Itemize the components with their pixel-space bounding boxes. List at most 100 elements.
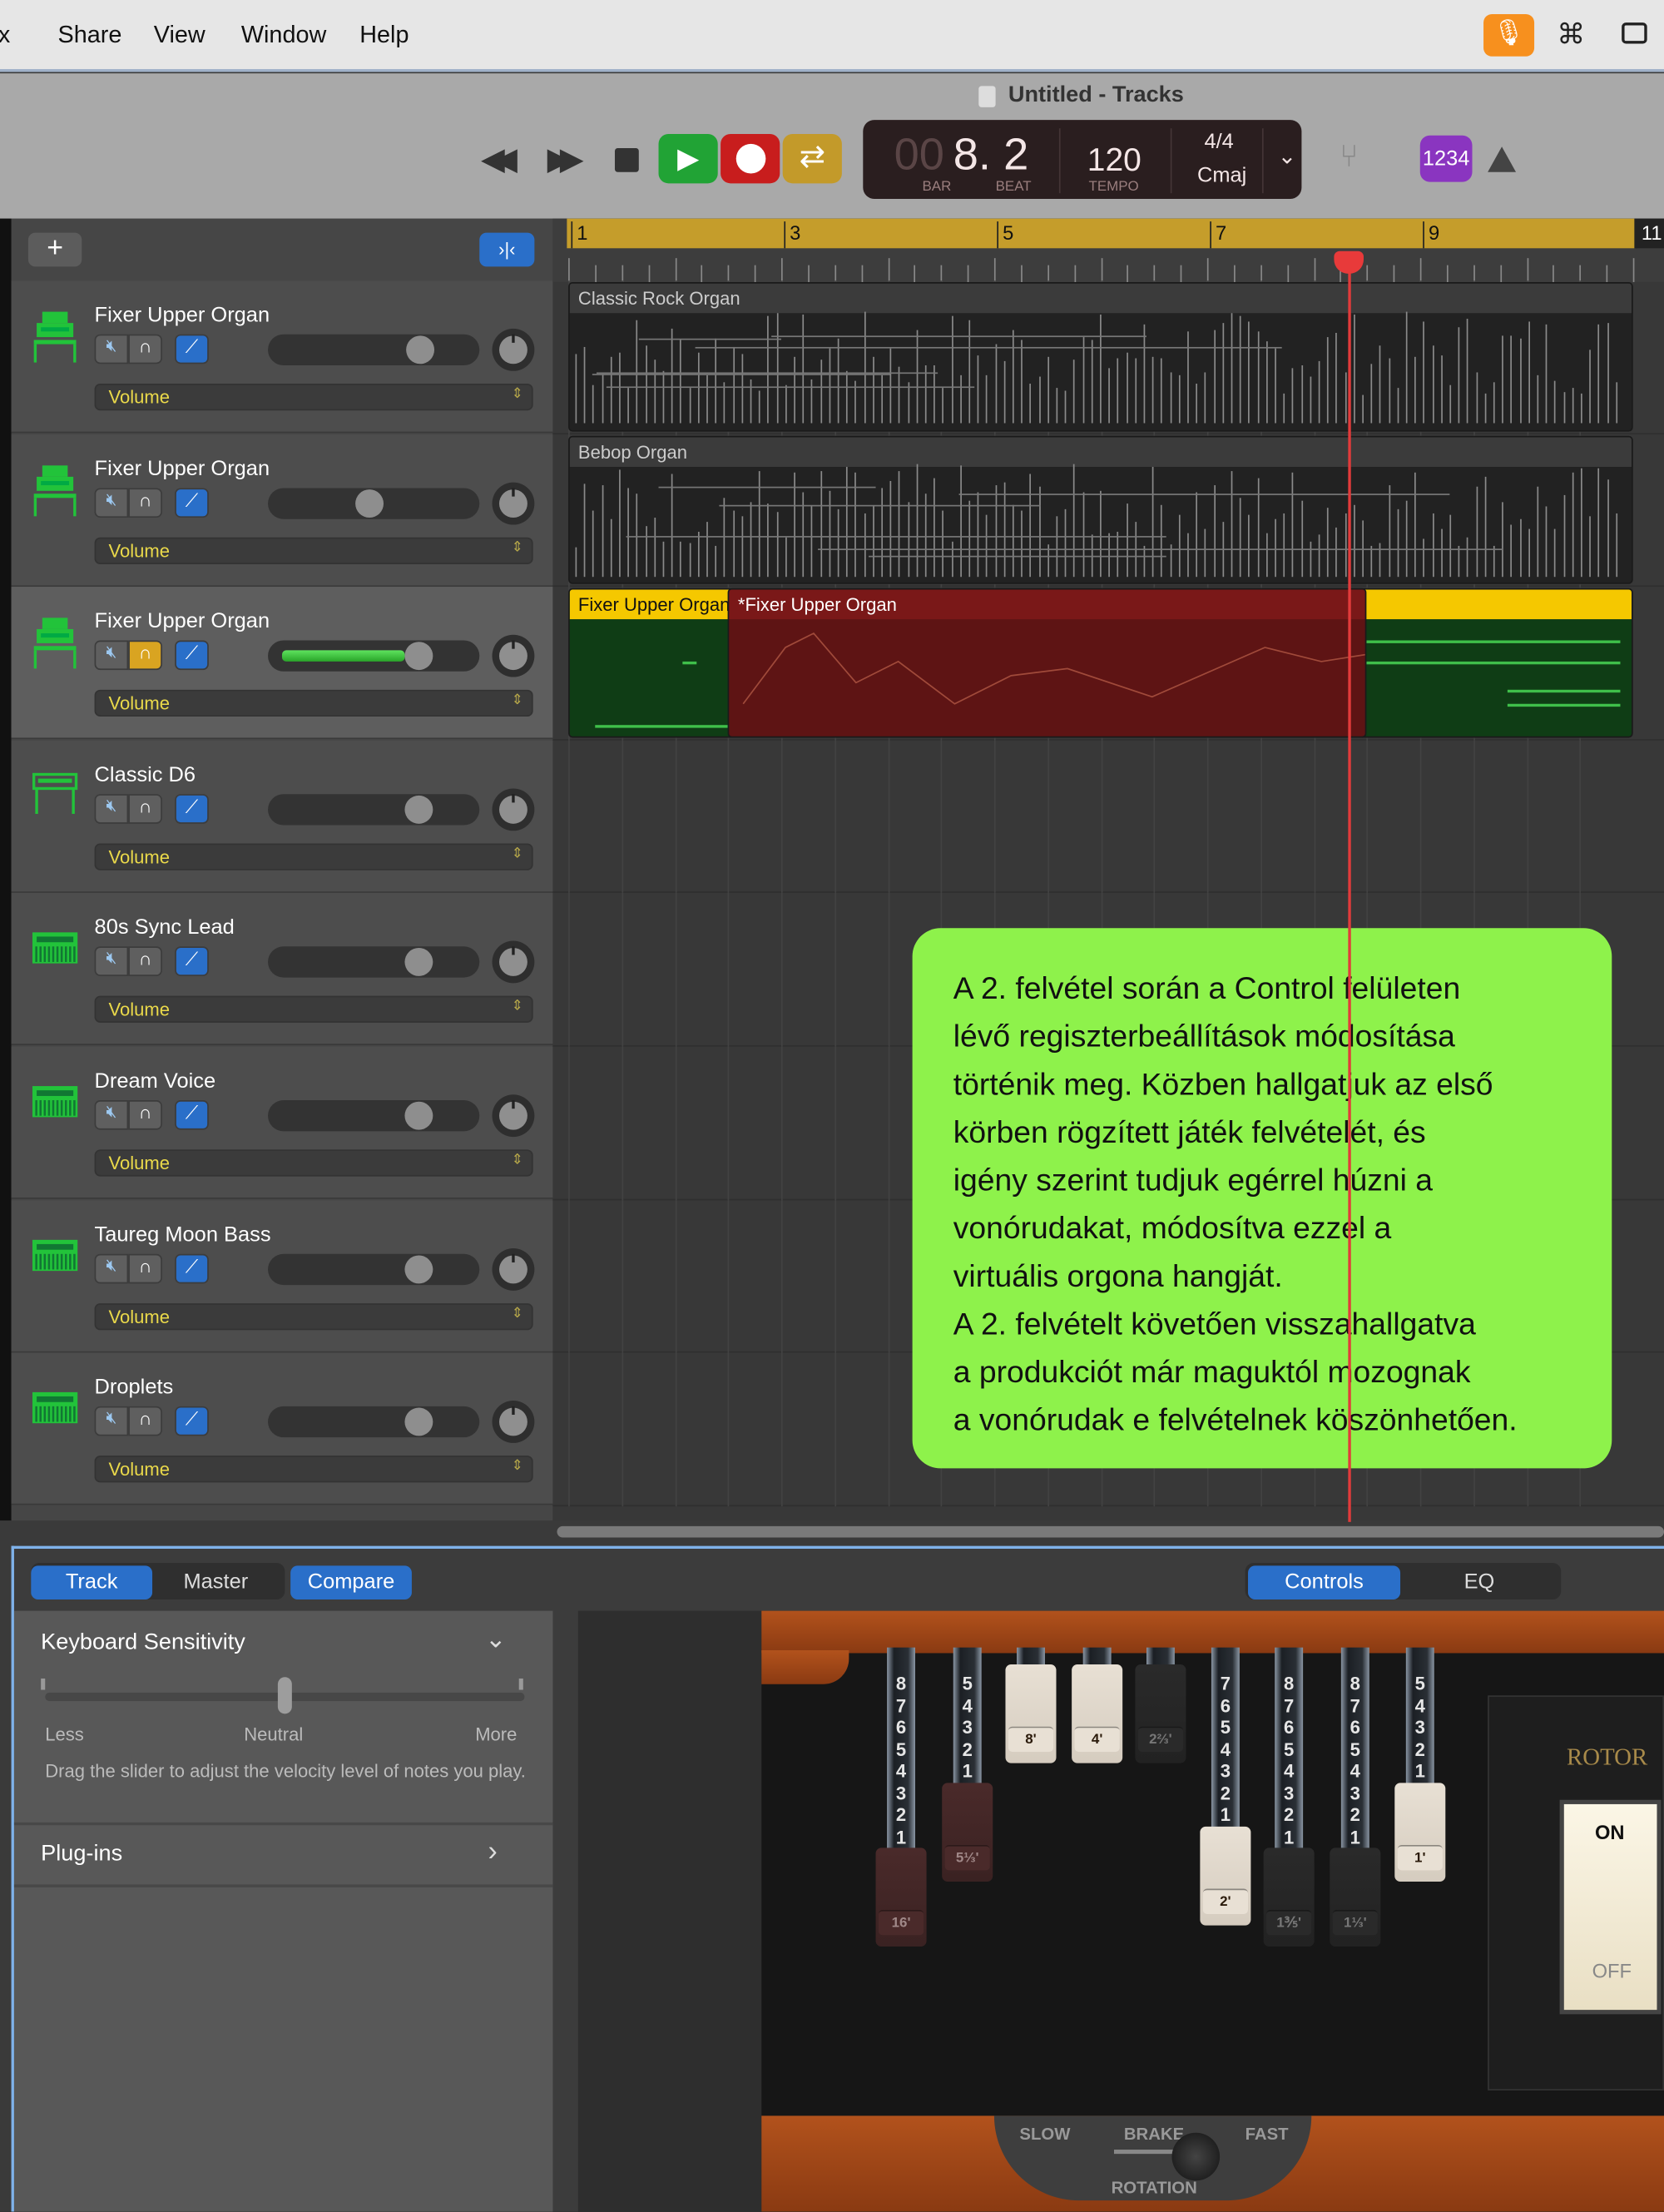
automation-button[interactable]: ⟋ <box>175 793 209 824</box>
horizontal-scrollbar[interactable] <box>557 1525 1664 1538</box>
automation-button[interactable]: ⟋ <box>175 946 209 977</box>
track-header[interactable]: Taureg Moon Bass 🔇︎ ∩ ⟋ Volume ⇕ <box>11 1199 553 1352</box>
track-name[interactable]: Taureg Moon Bass <box>95 1223 271 1247</box>
ruler[interactable]: 1 3 5 7 9 11 <box>552 218 1664 282</box>
region[interactable]: Classic Rock Organ <box>568 281 1633 431</box>
volume-fader[interactable] <box>268 487 480 519</box>
automation-parameter-select[interactable]: Volume ⇕ <box>94 690 533 717</box>
solo-headphones-button[interactable]: ∩ <box>128 946 162 977</box>
automation-parameter-select[interactable]: Volume ⇕ <box>94 537 533 564</box>
volume-fader[interactable] <box>268 334 480 365</box>
mute-button[interactable]: 🔇︎ <box>94 946 129 977</box>
track-header[interactable]: Fixer Upper Organ 🔇︎ ∩ ⟋ Volume ⇕ <box>11 587 553 740</box>
track-header[interactable]: Dream Voice 🔇︎ ∩ ⟋ Volume ⇕ <box>11 1046 553 1199</box>
drawbar-5[interactable]: 2' <box>1200 1826 1251 1925</box>
metronome-icon[interactable] <box>1488 146 1517 172</box>
automation-parameter-select[interactable]: Volume ⇕ <box>94 1456 533 1483</box>
playhead[interactable] <box>1348 252 1350 1522</box>
track-name[interactable]: Dream Voice <box>95 1069 216 1094</box>
plugins-row[interactable]: Plug-ins › <box>14 1825 552 1884</box>
automation-button[interactable]: ⟋ <box>175 334 209 365</box>
volume-fader[interactable] <box>268 946 480 979</box>
region[interactable]: *Fixer Upper Organ <box>728 588 1367 738</box>
mute-button[interactable]: 🔇︎ <box>94 1100 129 1130</box>
drawbar-0[interactable]: 16' <box>875 1847 927 1947</box>
windows-icon[interactable] <box>1622 22 1647 44</box>
pan-knob[interactable] <box>492 1247 535 1291</box>
mute-button[interactable]: 🔇︎ <box>94 640 129 671</box>
drawbar-6[interactable]: 1⅗' <box>1263 1847 1315 1947</box>
track-name[interactable]: Fixer Upper Organ <box>95 610 270 634</box>
tab-track[interactable]: Track <box>31 1565 153 1600</box>
automation-button[interactable]: ⟋ <box>175 487 209 518</box>
menu-item[interactable]: Share <box>57 21 121 49</box>
track-header[interactable]: Fixer Upper Organ 🔇︎ ∩ ⟋ Volume ⇕ <box>11 280 553 434</box>
lcd-display[interactable]: 00 8. 2 BAR BEAT 120 TEMPO 4/4 Cmaj ⌄ <box>863 120 1302 199</box>
microphone-button[interactable]: 🎙 <box>1483 13 1535 57</box>
volume-fader[interactable] <box>268 793 480 826</box>
compare-button[interactable]: Compare <box>290 1565 412 1600</box>
automation-button[interactable]: ⟋ <box>175 1100 209 1130</box>
solo-headphones-button[interactable]: ∩ <box>128 1100 162 1130</box>
fader-knob[interactable] <box>404 795 433 824</box>
solo-headphones-button[interactable]: ∩ <box>128 487 162 518</box>
drawbar-1[interactable]: 5⅓' <box>942 1782 993 1882</box>
mute-button[interactable]: 🔇︎ <box>94 334 129 365</box>
menu-item[interactable]: Window <box>241 21 326 49</box>
drawbar-7[interactable]: 1⅓' <box>1330 1847 1381 1947</box>
track-header[interactable]: Fixer Upper Organ 🔇︎ ∩ ⟋ Volume ⇕ <box>11 434 553 587</box>
automation-parameter-select[interactable]: Volume ⇕ <box>94 1149 533 1177</box>
track-header[interactable]: Droplets 🔇︎ ∩ ⟋ Volume ⇕ <box>11 1352 553 1505</box>
track-name[interactable]: 80s Sync Lead <box>95 916 235 940</box>
drawbar-8[interactable]: 1' <box>1394 1782 1446 1882</box>
rewind-button[interactable]: ◀◀ <box>481 141 518 177</box>
tuner-icon[interactable]: ⑂ <box>1340 138 1358 175</box>
mute-button[interactable]: 🔇︎ <box>94 793 129 824</box>
fast-forward-button[interactable]: ▶▶ <box>547 141 584 177</box>
lcd-chevron-down-icon[interactable]: ⌄ <box>1278 142 1297 171</box>
stop-button[interactable] <box>614 147 639 172</box>
record-button[interactable] <box>721 134 780 184</box>
automation-button[interactable]: ⟋ <box>175 1253 209 1283</box>
fader-knob[interactable] <box>404 1407 433 1436</box>
solo-headphones-button[interactable]: ∩ <box>128 1406 162 1436</box>
pan-knob[interactable] <box>492 328 535 371</box>
fader-knob[interactable] <box>404 1254 433 1283</box>
tab-eq[interactable]: EQ <box>1403 1565 1555 1599</box>
rotation-control[interactable]: SLOW BRAKE FAST ROTATION <box>993 2115 1312 2201</box>
fader-knob[interactable] <box>404 1101 433 1130</box>
solo-headphones-button[interactable]: ∩ <box>128 334 162 365</box>
automation-button[interactable]: ⟋ <box>175 640 209 671</box>
track-name[interactable]: Fixer Upper Organ <box>95 303 270 327</box>
rotor-switch[interactable]: ON OFF <box>1559 1799 1662 2015</box>
track-header[interactable]: 80s Sync Lead 🔇︎ ∩ ⟋ Volume ⇕ <box>11 893 553 1046</box>
mute-button[interactable]: 🔇︎ <box>94 1253 129 1283</box>
pan-knob[interactable] <box>492 941 535 984</box>
volume-fader[interactable] <box>268 1253 480 1285</box>
automation-parameter-select[interactable]: Volume ⇕ <box>94 1302 533 1330</box>
solo-headphones-button[interactable]: ∩ <box>128 1253 162 1283</box>
volume-fader[interactable] <box>268 640 480 672</box>
mute-button[interactable]: 🔇︎ <box>94 1406 129 1436</box>
drawbar-4[interactable]: 2⅔' <box>1135 1664 1186 1763</box>
pan-knob[interactable] <box>492 1094 535 1138</box>
chevron-down-icon[interactable]: ⌄ <box>485 1625 507 1655</box>
count-in-button[interactable]: 1234 <box>1419 135 1473 182</box>
drawbar-3[interactable]: 4' <box>1072 1664 1123 1763</box>
pan-knob[interactable] <box>492 788 535 831</box>
fader-knob[interactable] <box>355 489 384 518</box>
drawbar-2[interactable]: 8' <box>1005 1664 1057 1763</box>
rotation-brake[interactable]: BRAKE <box>1124 2125 1184 2145</box>
automation-button[interactable]: ⟋ <box>175 1406 209 1436</box>
volume-fader[interactable] <box>268 1100 480 1132</box>
tab-controls[interactable]: Controls <box>1248 1565 1401 1600</box>
track-name[interactable]: Droplets <box>95 1376 174 1400</box>
track-name[interactable]: Classic D6 <box>95 763 196 787</box>
rotation-fast[interactable]: FAST <box>1246 2125 1289 2145</box>
mute-button[interactable]: 🔇︎ <box>94 487 129 518</box>
solo-headphones-button[interactable]: ∩ <box>128 640 162 671</box>
solo-headphones-button[interactable]: ∩ <box>128 793 162 824</box>
rotation-slow[interactable]: SLOW <box>1019 2125 1070 2145</box>
menu-item[interactable]: View <box>154 21 206 49</box>
menu-item[interactable]: Help <box>359 21 409 49</box>
